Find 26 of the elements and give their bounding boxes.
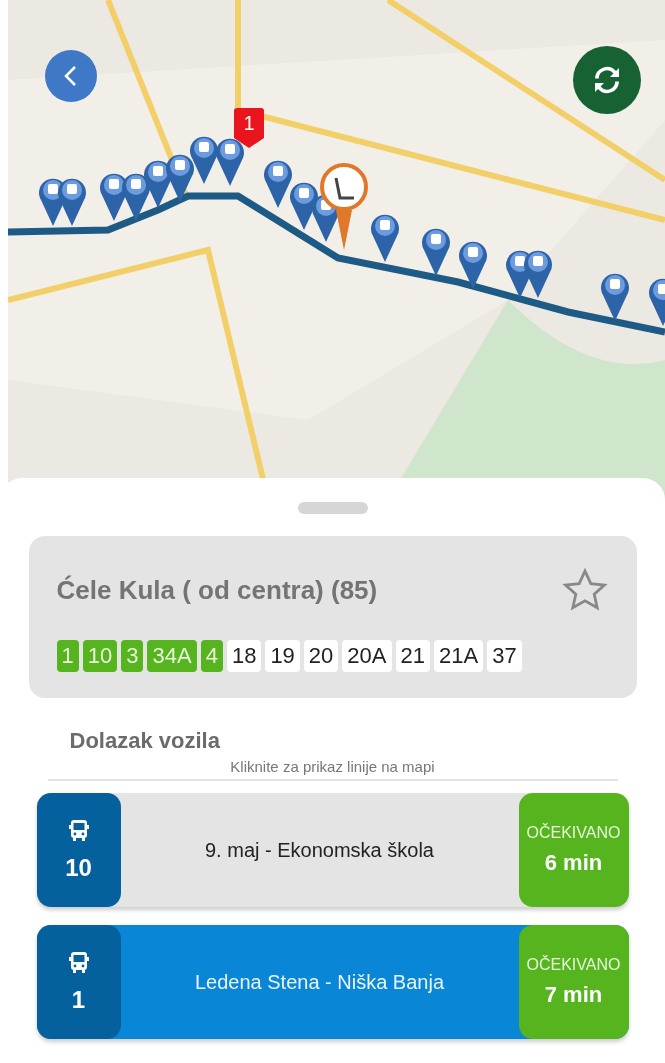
- stop-title: Ćele Kula ( od centra) (85): [56, 574, 378, 606]
- line-chip[interactable]: 19: [265, 640, 300, 672]
- line-chip[interactable]: 21A: [434, 640, 484, 672]
- route-name: Ledena Stena - Niška Banja: [193, 969, 446, 995]
- marker-label: 1: [243, 112, 255, 136]
- route-name: 9. maj - Ekonomska škola: [204, 837, 435, 863]
- drag-handle[interactable]: [297, 502, 368, 514]
- line-number: 10: [65, 854, 92, 882]
- section-title: Dolazak vozila: [69, 728, 220, 754]
- line-chip[interactable]: 20A: [342, 640, 392, 672]
- bus-icon: [66, 950, 91, 976]
- eta-status: OČEKIVANO: [526, 824, 621, 842]
- bus-icon: [66, 818, 91, 844]
- arrival-row[interactable]: 10 9. maj - Ekonomska škola OČEKIVANO 6 min: [36, 793, 629, 907]
- eta-status: OČEKIVANO: [526, 956, 621, 974]
- line-chip[interactable]: 37: [487, 640, 522, 672]
- section-hint: Kliknite za prikaz linije na mapi: [230, 758, 435, 775]
- line-chip[interactable]: 20: [303, 640, 339, 672]
- arrival-row[interactable]: 1 Ledena Stena - Niška Banja OČEKIVANO 7 min: [36, 925, 629, 1039]
- vehicle-marker[interactable]: 1: [234, 108, 264, 148]
- eta-time: 7 min: [544, 982, 603, 1008]
- line-chip[interactable]: 21: [395, 640, 430, 672]
- line-number: 1: [71, 986, 86, 1014]
- eta-time: 6 min: [544, 850, 603, 876]
- back-button[interactable]: [45, 50, 97, 102]
- line-chip[interactable]: 18: [226, 640, 262, 672]
